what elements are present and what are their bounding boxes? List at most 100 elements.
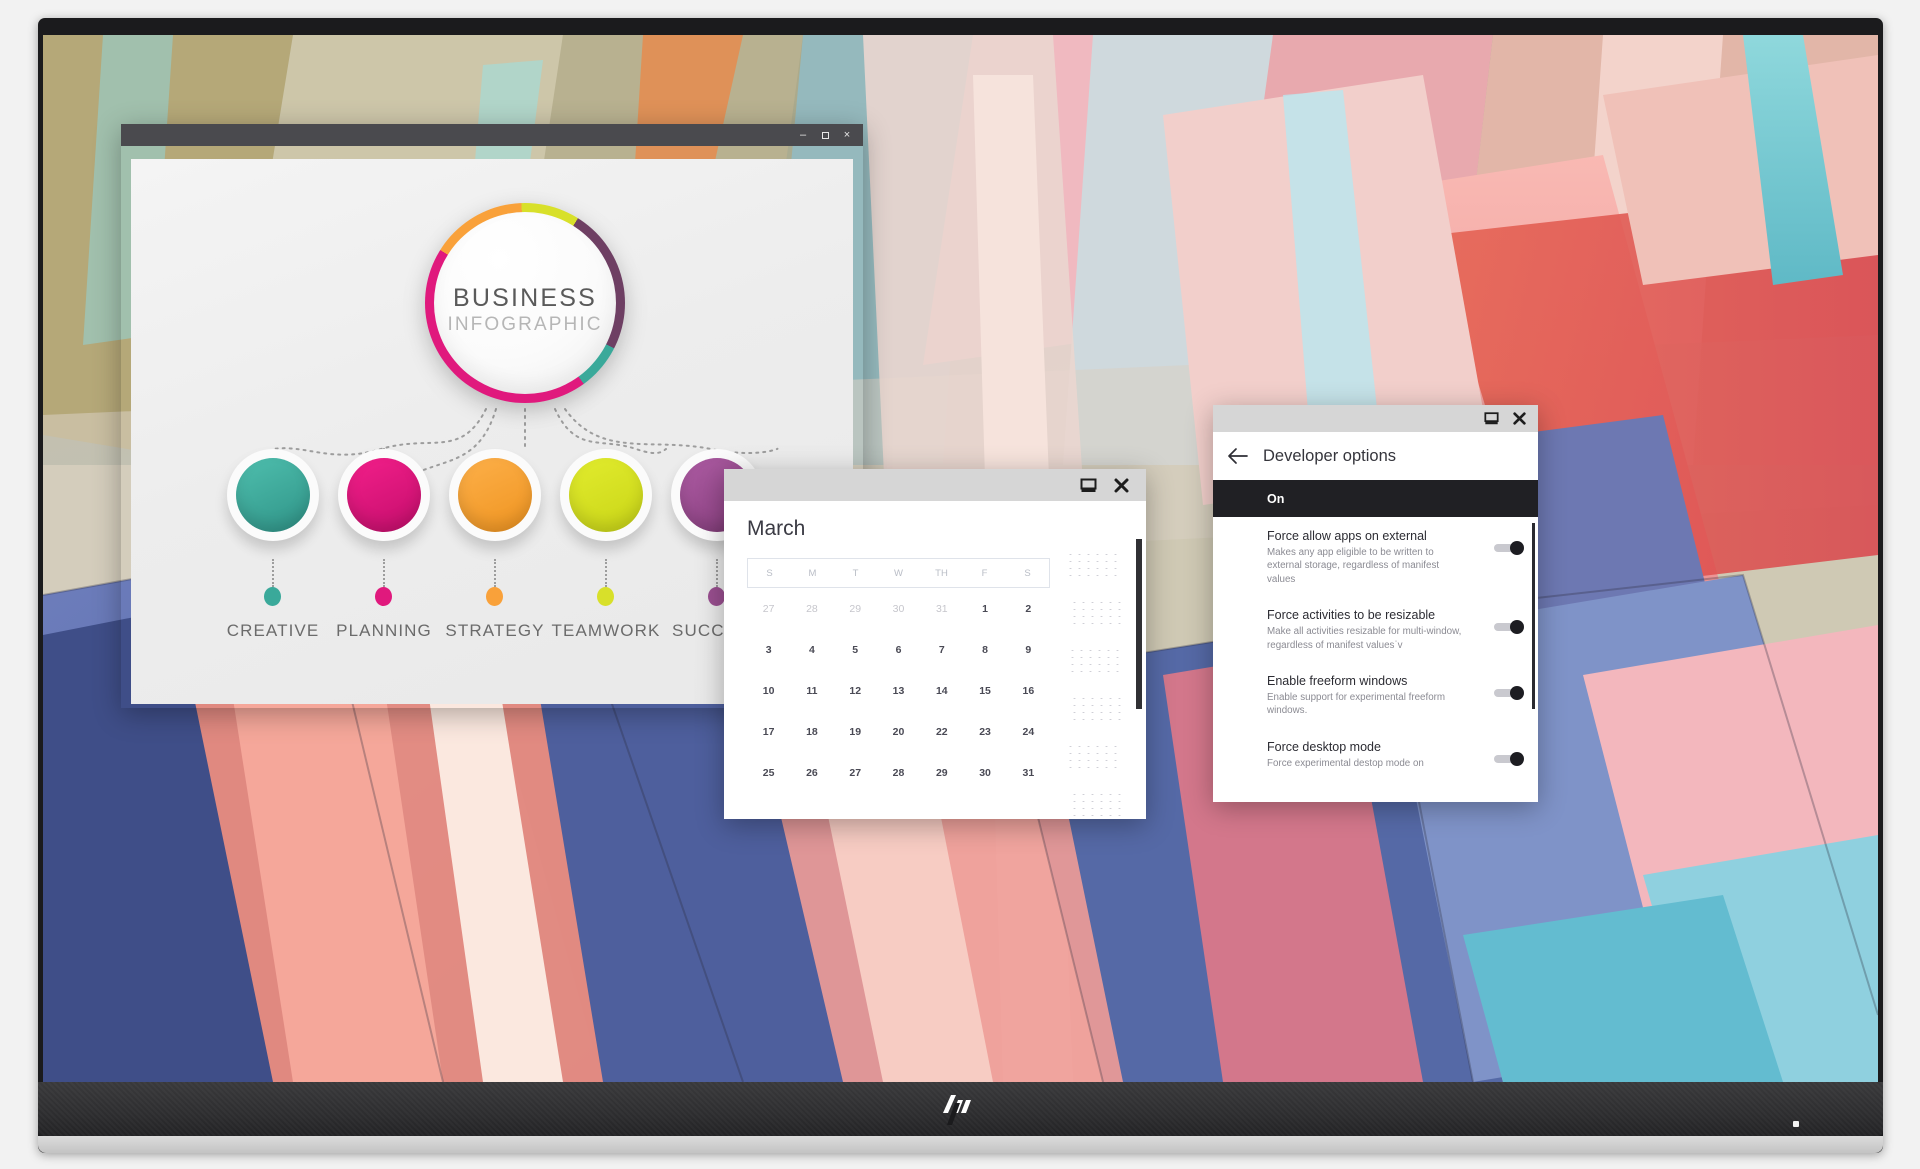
toggle-force-activities-resizable[interactable] (1494, 620, 1524, 635)
calendar-day-cell[interactable]: 10 (747, 670, 790, 711)
calendar-week-row: 3 4 5 6 7 8 9 (747, 629, 1050, 670)
calendar-day-cell[interactable]: 22 (920, 711, 963, 752)
calendar-day-headers: S M T W TH F S (747, 558, 1050, 588)
calendar-day-cell[interactable]: 29 (834, 588, 877, 629)
hp-logo-glyph (942, 1095, 971, 1125)
calendar-day-cell[interactable]: 3 (747, 629, 790, 670)
monitor-stand-base (38, 1136, 1883, 1153)
node-label-teamwork: TEAMWORK (551, 621, 661, 640)
back-button[interactable] (1213, 447, 1263, 465)
calendar-day-cell[interactable]: 26 (790, 752, 833, 793)
toggle-force-allow-apps-external[interactable] (1494, 541, 1524, 555)
maximize-icon[interactable] (815, 126, 835, 144)
toggle-knob (1510, 620, 1524, 635)
dot-planning (375, 587, 392, 606)
toggle-knob (1510, 541, 1524, 555)
node-fill-planning (347, 458, 421, 532)
restore-icon[interactable] (1080, 477, 1097, 494)
toggle-enable-freeform-windows[interactable] (1494, 686, 1524, 701)
stem-creative (272, 559, 274, 587)
restore-glyph (1080, 478, 1097, 492)
close-icon[interactable] (1113, 477, 1130, 494)
day-header: W (894, 567, 903, 579)
calendar-day-cell[interactable]: 7 (920, 629, 963, 670)
calendar-day-cell[interactable]: 9 (1007, 629, 1050, 670)
calendar-week-row: 10 11 12 13 14 15 16 (747, 670, 1050, 711)
developer-settings-list[interactable]: Force allow apps on external Makes any a… (1213, 517, 1538, 802)
calendar-day-cell[interactable]: 12 (834, 670, 877, 711)
calendar-day-cell[interactable]: 11 (790, 670, 833, 711)
setting-description: Make all activities resizable for multi-… (1267, 626, 1462, 651)
setting-row-enable-freeform-windows[interactable]: Enable freeform windows Enable support f… (1213, 662, 1538, 728)
calendar-day-cell[interactable]: 30 (963, 752, 1006, 793)
calendar-day-cell[interactable]: 29 (920, 752, 963, 793)
calendar-day-cell[interactable]: 30 (877, 588, 920, 629)
calendar-day-cell[interactable]: 6 (877, 629, 920, 670)
calendar-day-cell[interactable]: 5 (834, 629, 877, 670)
calendar-day-cell[interactable]: 16 (1007, 670, 1050, 711)
decorative-dot-pattern (1066, 551, 1124, 819)
node-circle-creative[interactable] (227, 449, 319, 541)
calendar-day-cell[interactable]: 27 (834, 752, 877, 793)
calendar-day-cell[interactable]: 28 (877, 752, 920, 793)
ring-inner-disc: BUSINESS INFOGRAPHIC (434, 212, 616, 394)
day-header: F (981, 567, 988, 579)
node-circle-teamwork[interactable] (560, 449, 652, 541)
calendar-day-cell[interactable]: 14 (920, 670, 963, 711)
infographic-titlebar[interactable]: – × (121, 124, 863, 146)
hp-logo (941, 1091, 981, 1127)
toggle-knob (1510, 751, 1524, 766)
calendar-day-cell[interactable]: 2 (1007, 588, 1050, 629)
day-header: TH (935, 567, 948, 579)
calendar-grid[interactable]: S M T W TH F S 27 28 29 30 31 1 2 3 4 5 … (747, 558, 1050, 793)
calendar-day-cell[interactable]: 24 (1007, 711, 1050, 752)
node-label-planning: PLANNING (336, 621, 432, 640)
day-header: M (808, 567, 817, 579)
node-circle-strategy[interactable] (449, 449, 541, 541)
developer-scrollbar[interactable] (1532, 523, 1535, 709)
setting-row-force-allow-apps-external[interactable]: Force allow apps on external Makes any a… (1213, 517, 1538, 596)
master-toggle-bar[interactable]: On (1213, 480, 1538, 517)
calendar-titlebar[interactable] (724, 469, 1146, 501)
close-glyph (1513, 412, 1526, 425)
node-fill-strategy (458, 458, 532, 532)
calendar-scrollbar[interactable] (1136, 539, 1142, 709)
calendar-day-cell[interactable]: 4 (790, 629, 833, 670)
toggle-force-desktop-mode[interactable] (1494, 751, 1524, 766)
calendar-day-cell[interactable]: 19 (834, 711, 877, 752)
setting-row-force-activities-resizable[interactable]: Force activities to be resizable Make al… (1213, 596, 1538, 662)
setting-description: Makes any app eligible to be written to … (1267, 547, 1440, 585)
dot-creative (264, 587, 281, 606)
close-icon[interactable] (1512, 411, 1527, 426)
node-fill-teamwork (569, 458, 643, 532)
calendar-day-cell[interactable]: 13 (877, 670, 920, 711)
back-arrow-icon (1228, 448, 1248, 464)
setting-title: Force allow apps on external (1267, 529, 1427, 543)
page-title: Developer options (1263, 446, 1396, 465)
calendar-day-cell[interactable]: 15 (963, 670, 1006, 711)
calendar-day-cell[interactable]: 20 (877, 711, 920, 752)
calendar-day-cell[interactable]: 25 (747, 752, 790, 793)
calendar-day-cell[interactable]: 31 (1007, 752, 1050, 793)
calendar-day-cell[interactable]: 1 (963, 588, 1006, 629)
minimize-icon[interactable]: – (793, 126, 813, 144)
calendar-day-cell[interactable]: 31 (920, 588, 963, 629)
calendar-day-cell[interactable]: 18 (790, 711, 833, 752)
day-header: S (1024, 567, 1031, 579)
calendar-day-cell[interactable]: 23 (963, 711, 1006, 752)
developer-options-window[interactable]: Developer options On Force allow apps on… (1213, 405, 1538, 802)
screen: – × BUSINESS INFOGRAPHIC CREATIVE PLANNI… (43, 35, 1878, 1082)
calendar-month-title: March (747, 517, 806, 540)
calendar-window[interactable]: March S M T W TH F S 27 28 29 30 31 1 2 … (724, 469, 1146, 819)
developer-titlebar[interactable] (1213, 405, 1538, 432)
setting-description: Enable support for experimental freeform… (1267, 692, 1446, 717)
calendar-day-cell[interactable]: 8 (963, 629, 1006, 670)
restore-icon[interactable] (1484, 411, 1499, 426)
close-icon[interactable]: × (837, 126, 857, 144)
calendar-day-cell[interactable]: 17 (747, 711, 790, 752)
stem-strategy (494, 559, 496, 587)
calendar-day-cell[interactable]: 27 (747, 588, 790, 629)
setting-row-force-desktop-mode[interactable]: Force desktop mode Force experimental de… (1213, 728, 1538, 780)
node-circle-planning[interactable] (338, 449, 430, 541)
calendar-day-cell[interactable]: 28 (790, 588, 833, 629)
